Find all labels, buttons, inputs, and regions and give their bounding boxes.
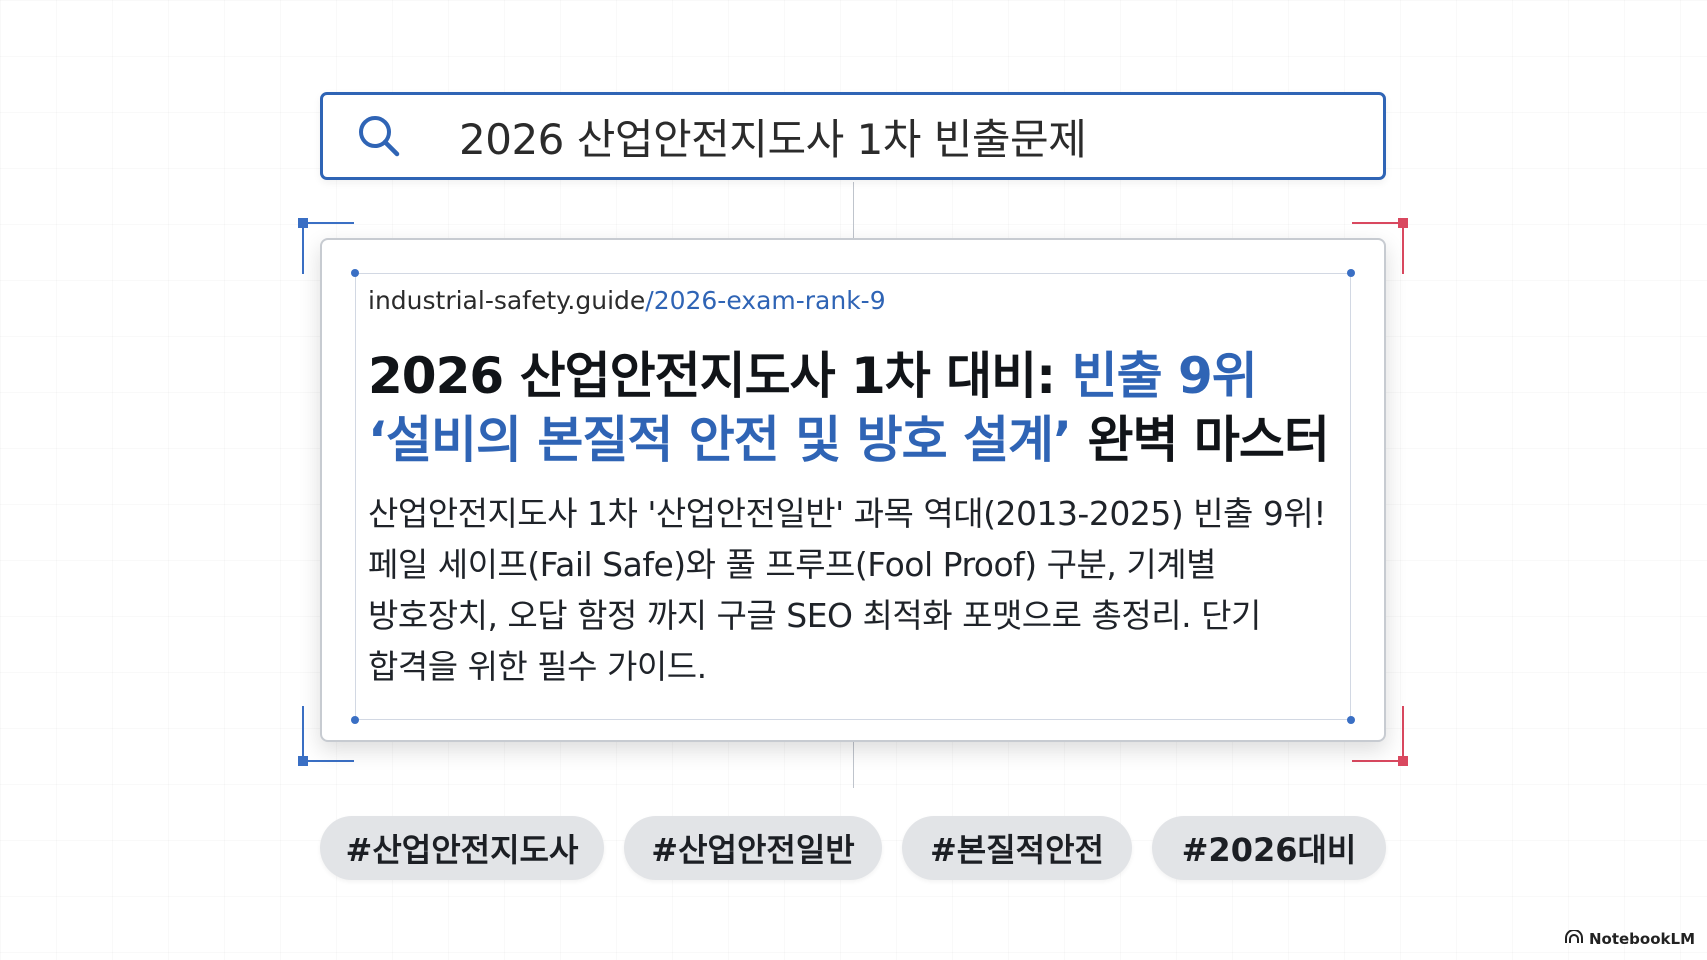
result-url[interactable]: industrial-safety.guide/2026-exam-rank-9 [368, 286, 886, 315]
result-title-highlight: ‘설비의 본질적 안전 및 방호 설계’ [368, 411, 1072, 469]
notebooklm-logo-icon [1564, 929, 1583, 948]
result-title-text: 완벽 마스터 [1071, 411, 1329, 469]
result-title-text: 2026 산업안전지도사 1차 대비: [368, 347, 1072, 405]
connector-line-top [853, 182, 854, 238]
search-result-card[interactable]: industrial-safety.guide/2026-exam-rank-9… [320, 238, 1386, 742]
snippet-line: 방호장치, 오답 함정 까지 구글 SEO 최적화 포맷으로 총정리. 단기 [368, 596, 1261, 635]
result-url-path: /2026-exam-rank-9 [645, 286, 886, 315]
result-url-domain: industrial-safety.guide [368, 286, 646, 315]
snippet-line: 합격을 위한 필수 가이드. [368, 647, 707, 686]
frame-handle [351, 269, 359, 277]
result-title-highlight: 빈출 9위 [1071, 347, 1258, 405]
search-icon[interactable] [351, 108, 407, 164]
result-snippet: 산업안전지도사 1차 '산업안전일반' 과목 역대(2013-2025) 빈출 … [368, 488, 1358, 692]
hashtag-chip[interactable]: #산업안전지도사 [320, 816, 604, 880]
hashtag-chip[interactable]: #본질적안전 [902, 816, 1132, 880]
watermark-label: NotebookLM [1588, 930, 1695, 948]
frame-handle [1347, 716, 1355, 724]
notebooklm-watermark: NotebookLM [1564, 929, 1695, 948]
snippet-line: 페일 세이프(Fail Safe)와 풀 프루프(Fool Proof) 구분,… [368, 545, 1216, 584]
result-title-line-1: 2026 산업안전지도사 1차 대비: 빈출 9위 [368, 344, 1358, 408]
result-title[interactable]: 2026 산업안전지도사 1차 대비: 빈출 9위 ‘설비의 본질적 안전 및 … [368, 344, 1358, 472]
frame-handle [351, 716, 359, 724]
snippet-line: 산업안전지도사 1차 '산업안전일반' 과목 역대(2013-2025) 빈출 … [368, 494, 1326, 533]
search-bar[interactable]: 2026 산업안전지도사 1차 빈출문제 [320, 92, 1386, 180]
hashtag-chip[interactable]: #산업안전일반 [624, 816, 882, 880]
frame-handle [1347, 269, 1355, 277]
result-title-line-2: ‘설비의 본질적 안전 및 방호 설계’ 완벽 마스터 [368, 408, 1358, 472]
connector-line-bottom [853, 742, 854, 788]
search-input[interactable]: 2026 산업안전지도사 1차 빈출문제 [459, 106, 1087, 167]
hashtag-chip[interactable]: #2026대비 [1152, 816, 1386, 880]
